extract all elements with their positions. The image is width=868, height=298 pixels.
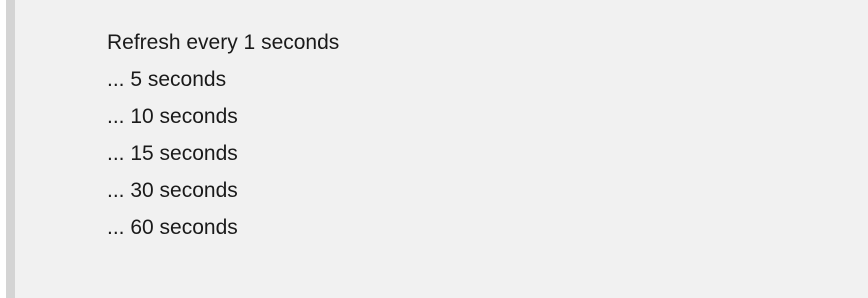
- menu-item-refresh-1s[interactable]: Refresh every 1 seconds: [15, 24, 868, 61]
- screen: Refresh every 1 seconds ... 5 seconds ..…: [0, 0, 868, 298]
- menu-item-refresh-60s[interactable]: ... 60 seconds: [15, 209, 868, 246]
- menu-item-refresh-15s[interactable]: ... 15 seconds: [15, 135, 868, 172]
- menu-item-refresh-30s[interactable]: ... 30 seconds: [15, 172, 868, 209]
- menu-item-refresh-10s[interactable]: ... 10 seconds: [15, 98, 868, 135]
- menu-item-list: Refresh every 1 seconds ... 5 seconds ..…: [15, 24, 868, 246]
- menu-left-border: [6, 0, 15, 298]
- refresh-interval-menu: Refresh every 1 seconds ... 5 seconds ..…: [15, 0, 868, 298]
- menu-item-refresh-5s[interactable]: ... 5 seconds: [15, 61, 868, 98]
